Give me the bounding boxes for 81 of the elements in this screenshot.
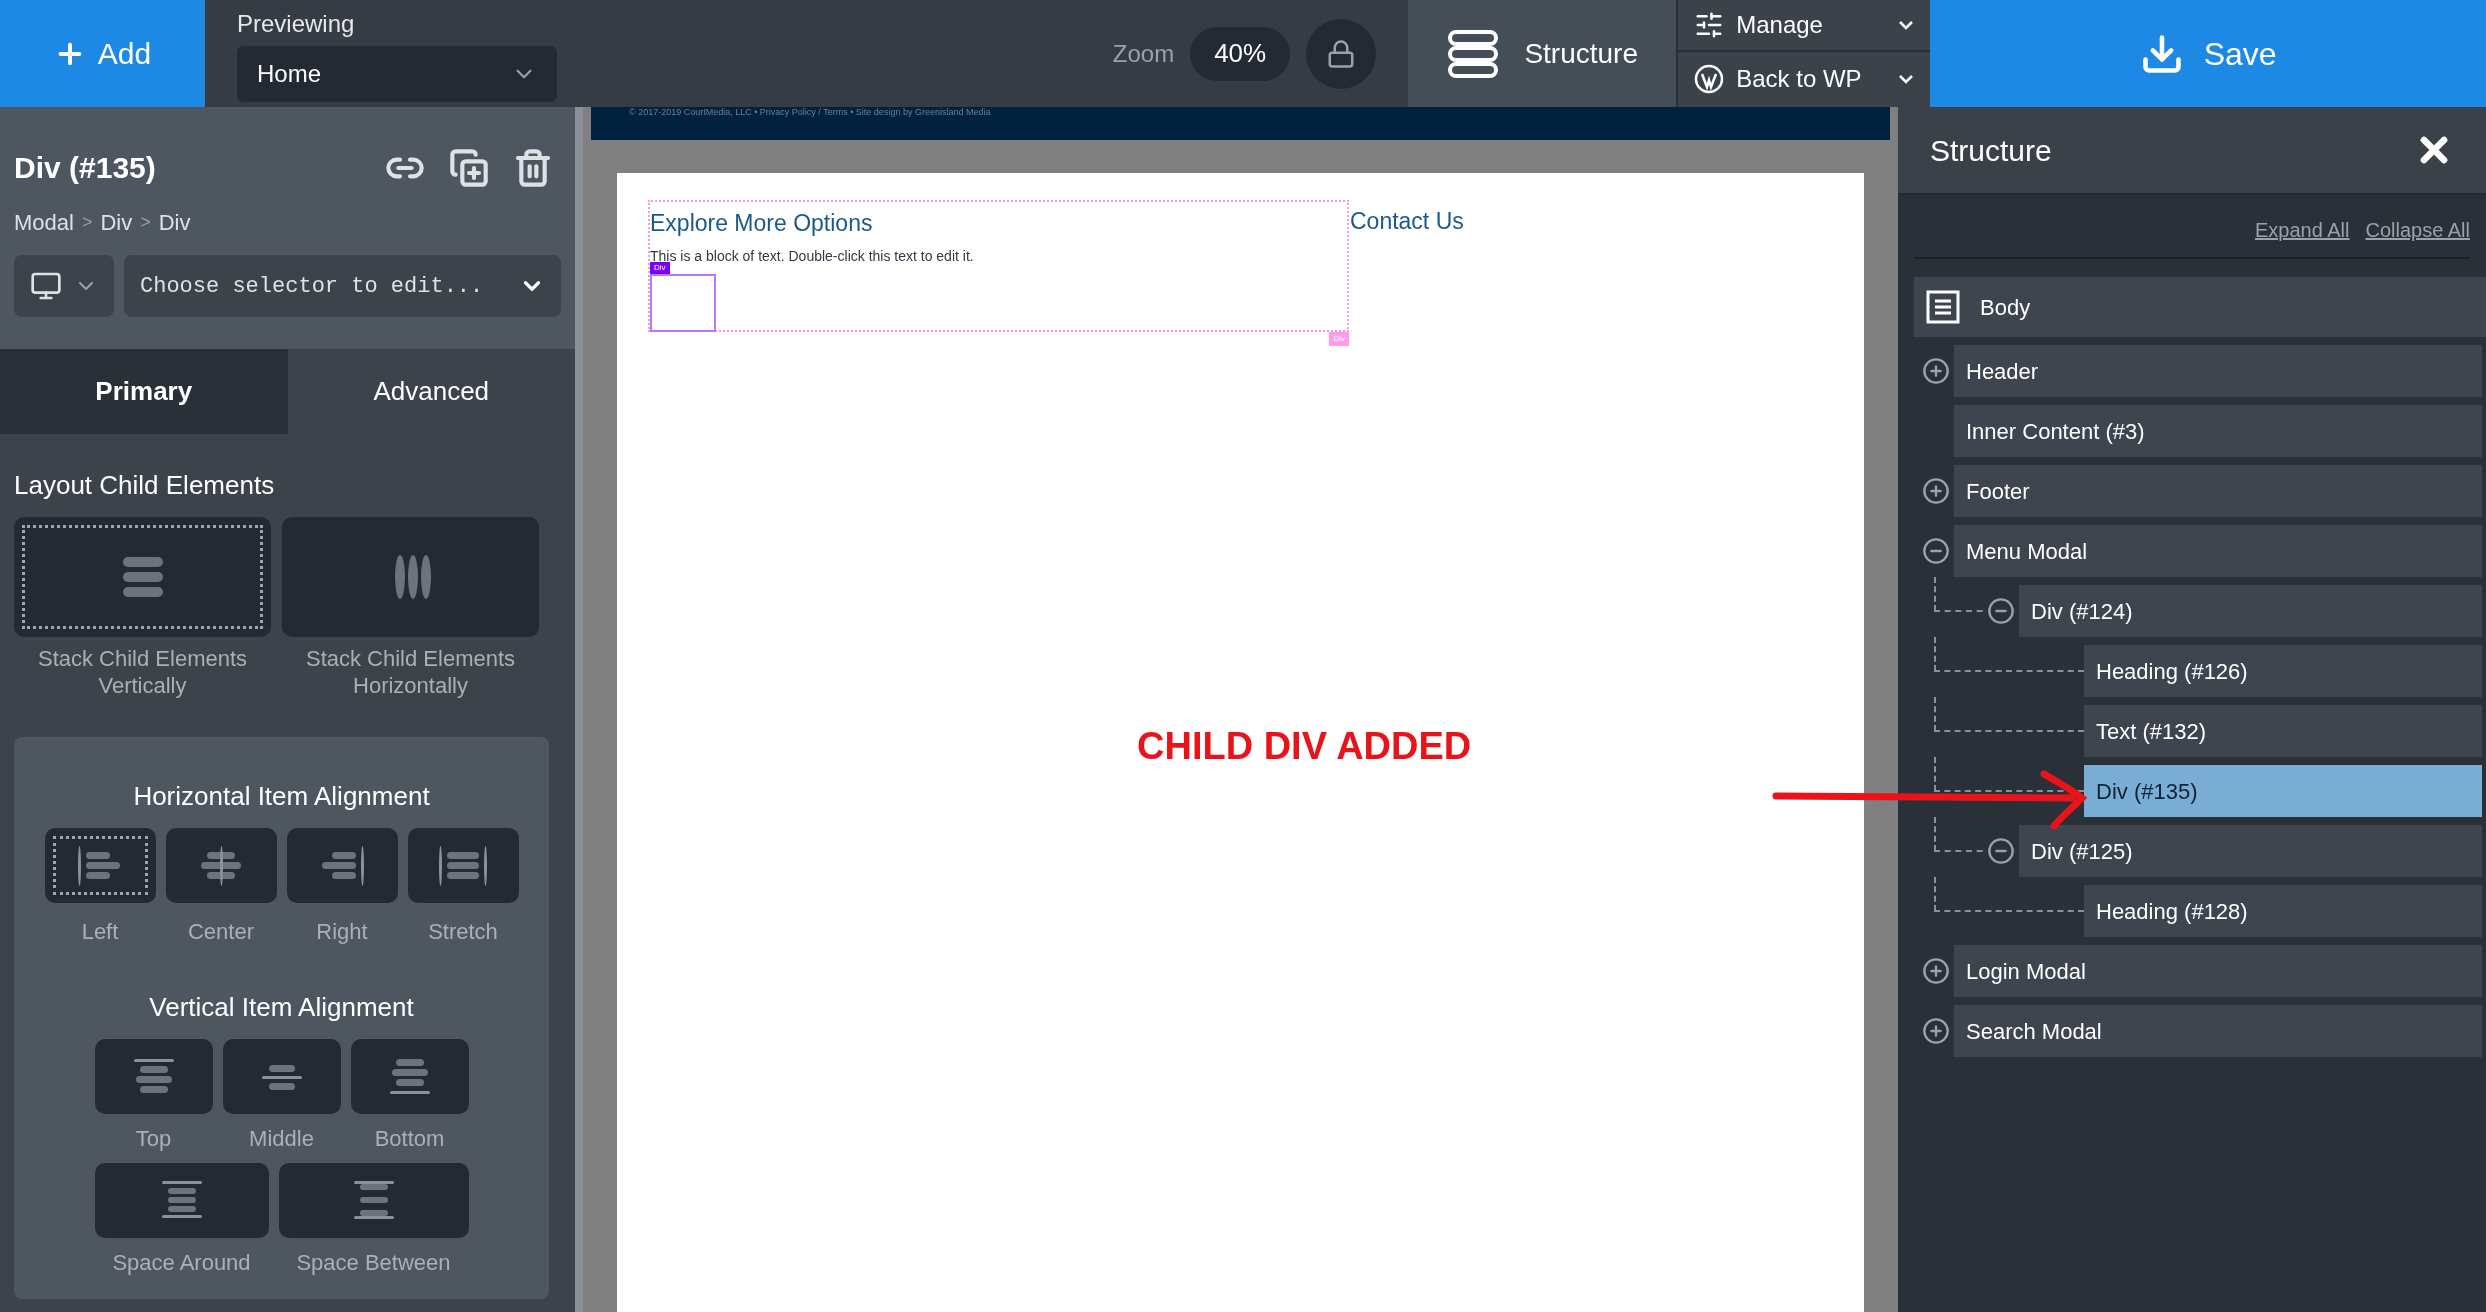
expand-icon[interactable] xyxy=(1922,357,1950,385)
tree-item[interactable]: Heading (#128) xyxy=(2084,885,2482,937)
paragraph-text: This is a block of text. Double-click this text to edit it. xyxy=(650,246,974,265)
option-label: Bottom xyxy=(374,1125,445,1153)
section-heading: Horizontal Item Alignment xyxy=(133,780,430,813)
tree-item[interactable]: Header xyxy=(1954,345,2482,397)
collapse-icon[interactable] xyxy=(1987,837,2015,865)
layout-option-button[interactable] xyxy=(350,1039,469,1114)
zoom-label: Zoom xyxy=(1112,38,1175,69)
tree-item[interactable]: Text (#132) xyxy=(2084,705,2482,757)
monitor-icon xyxy=(30,270,62,302)
trash-icon[interactable] xyxy=(513,147,553,188)
layout-option-button[interactable] xyxy=(222,1039,341,1114)
layout-option-button[interactable] xyxy=(14,517,271,637)
option-label: Stack Child Elements Horizontally xyxy=(304,645,517,699)
layout-option-button[interactable] xyxy=(286,828,398,903)
expand-icon[interactable] xyxy=(1922,477,1950,505)
section-heading: Vertical Item Alignment xyxy=(149,991,414,1024)
breadcrumb-separator: > xyxy=(140,211,151,234)
heading-text: Explore More Options xyxy=(650,209,873,238)
document-icon xyxy=(1926,290,1960,324)
device-select[interactable] xyxy=(14,255,114,317)
layout-option-button[interactable] xyxy=(165,828,277,903)
wordpress-icon xyxy=(1694,63,1725,94)
option-label: Right xyxy=(316,918,368,946)
stack-icon xyxy=(1446,28,1501,79)
layout-option-button[interactable] xyxy=(94,1163,269,1238)
selector-field[interactable]: Choose selector to edit... xyxy=(124,255,561,317)
tree-item[interactable]: Search Modal xyxy=(1954,1005,2482,1057)
tree-item[interactable]: Div (#125) xyxy=(2019,825,2482,877)
previewing-label: Previewing xyxy=(237,8,356,39)
tree-item[interactable]: Footer xyxy=(1954,465,2482,517)
panel-title: Structure xyxy=(1930,132,2052,169)
layout-option-button[interactable] xyxy=(278,1163,469,1238)
page-select[interactable]: Home xyxy=(237,45,557,102)
caret-icon xyxy=(1898,20,1915,30)
tree-root-item[interactable]: Body xyxy=(1914,277,2486,337)
tree-item[interactable]: Heading (#126) xyxy=(2084,645,2482,697)
breadcrumb-item[interactable]: Div xyxy=(100,206,133,239)
heading-text: Contact Us xyxy=(1350,207,1464,236)
structure-button[interactable]: Structure xyxy=(1408,0,1677,107)
collapse-all-link[interactable]: Collapse All xyxy=(2365,215,2470,245)
collapse-icon[interactable] xyxy=(1922,537,1950,565)
option-label: Stretch xyxy=(428,918,498,946)
tree-item[interactable]: Div (#124) xyxy=(2019,585,2482,637)
layout-option-button[interactable] xyxy=(282,517,539,637)
back-to-wp-button[interactable]: Back to WP xyxy=(1678,52,1931,105)
add-button[interactable]: Add xyxy=(0,0,205,107)
selected-div-outline[interactable] xyxy=(650,274,716,332)
duplicate-icon[interactable] xyxy=(449,147,489,188)
breadcrumb-item[interactable]: Div xyxy=(158,206,191,239)
option-label: Center xyxy=(187,918,254,946)
expand-icon[interactable] xyxy=(1922,957,1950,985)
option-label: Space Between xyxy=(296,1249,451,1277)
option-label: Middle xyxy=(249,1125,314,1153)
layout-option-button[interactable] xyxy=(407,828,519,903)
breadcrumb-separator: > xyxy=(81,211,93,234)
tree-item-label: Body xyxy=(1980,293,2031,322)
tree-item[interactable]: Menu Modal xyxy=(1954,525,2482,577)
collapse-icon[interactable] xyxy=(1987,597,2015,625)
option-label: Space Around xyxy=(112,1249,251,1277)
caret-icon xyxy=(1898,73,1915,84)
annotation-text: CHILD DIV ADDED xyxy=(1137,724,1472,769)
zoom-value[interactable]: 40% xyxy=(1190,26,1291,81)
option-label: Top xyxy=(135,1125,172,1153)
tree-item[interactable]: Inner Content (#3) xyxy=(1954,405,2482,457)
option-label: Left xyxy=(81,918,119,946)
footer-text: © 2017-2019 CourtMedia, LLC • Privacy Policy / Terms • Site design by Greenisland Media xyxy=(629,107,991,117)
section-heading: Layout Child Elements xyxy=(14,469,276,502)
tree-item[interactable]: Div (#135) xyxy=(2084,765,2482,817)
expand-icon[interactable] xyxy=(1922,1017,1950,1045)
option-label: Stack Child Elements Vertically xyxy=(36,645,249,699)
save-button[interactable]: Save xyxy=(1930,0,2486,107)
layout-option-button[interactable] xyxy=(94,1039,213,1114)
layout-option-button[interactable] xyxy=(44,828,156,903)
element-title: Div (#135) xyxy=(14,150,156,186)
div-badge[interactable]: Div xyxy=(650,262,670,274)
panel-tab[interactable]: Primary xyxy=(0,349,288,434)
expand-all-link[interactable]: Expand All xyxy=(2254,215,2350,245)
breadcrumb-item[interactable]: Modal xyxy=(14,206,74,239)
tree-item[interactable]: Login Modal xyxy=(1954,945,2482,997)
